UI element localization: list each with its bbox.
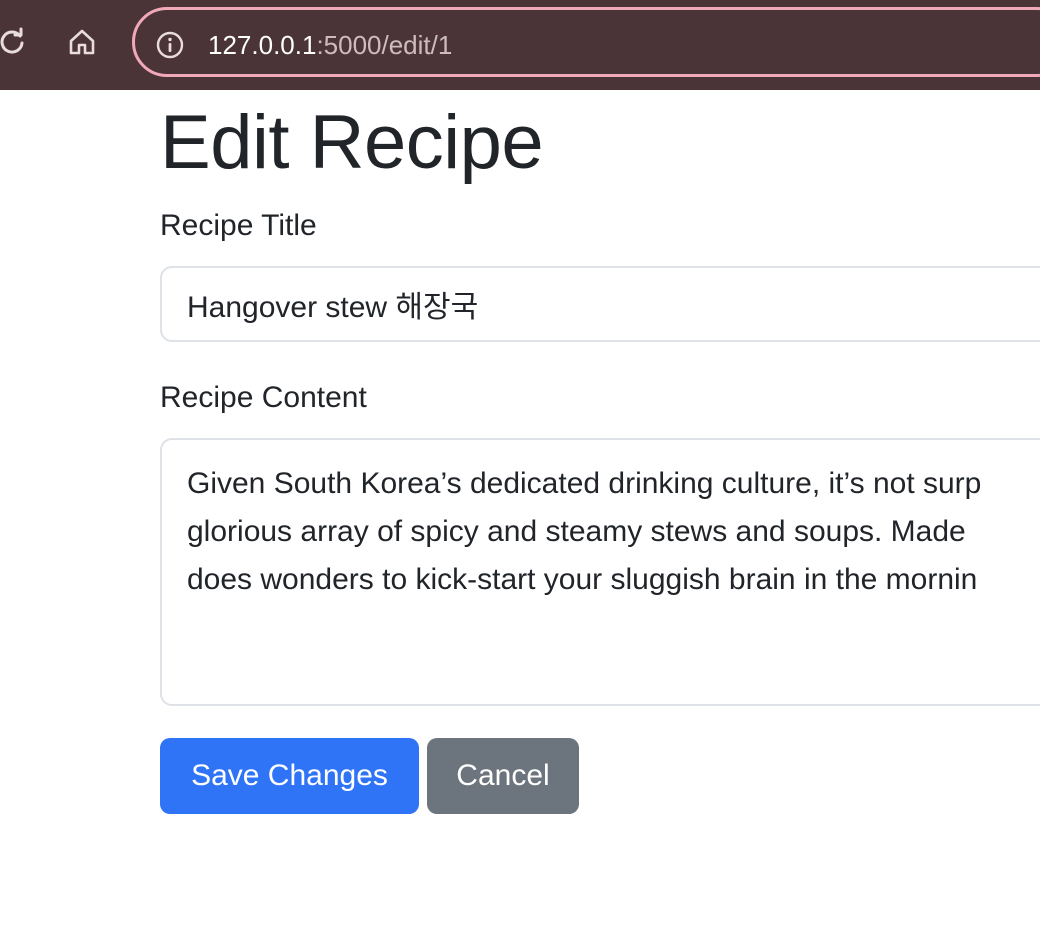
page-title: Edit Recipe	[160, 100, 544, 185]
recipe-title-label: Recipe Title	[160, 209, 317, 242]
save-changes-button[interactable]: Save Changes	[160, 738, 419, 814]
content-line: Given South Korea’s dedicated drinking c…	[187, 467, 982, 500]
content-line: does wonders to kick-start your sluggish…	[187, 563, 978, 596]
url-host: 127.0.0.1	[208, 30, 317, 60]
recipe-content-textarea[interactable]: Given South Korea’s dedicated drinking c…	[160, 438, 1040, 706]
home-button[interactable]	[62, 22, 102, 62]
home-icon	[69, 29, 95, 55]
url-path: :5000/edit/1	[316, 30, 453, 60]
url-text[interactable]: 127.0.0.1:5000/edit/1	[208, 30, 452, 60]
reload-button[interactable]	[0, 22, 32, 62]
browser-toolbar: 127.0.0.1:5000/edit/1	[0, 0, 1040, 90]
info-icon[interactable]	[155, 30, 185, 60]
cancel-button[interactable]: Cancel	[427, 738, 579, 814]
recipe-title-input[interactable]	[160, 266, 1040, 342]
recipe-content-label: Recipe Content	[160, 381, 367, 414]
reload-icon	[0, 27, 24, 54]
content-line: glorious array of spicy and steamy stews…	[187, 515, 966, 548]
address-bar[interactable]: 127.0.0.1:5000/edit/1	[132, 7, 1040, 77]
